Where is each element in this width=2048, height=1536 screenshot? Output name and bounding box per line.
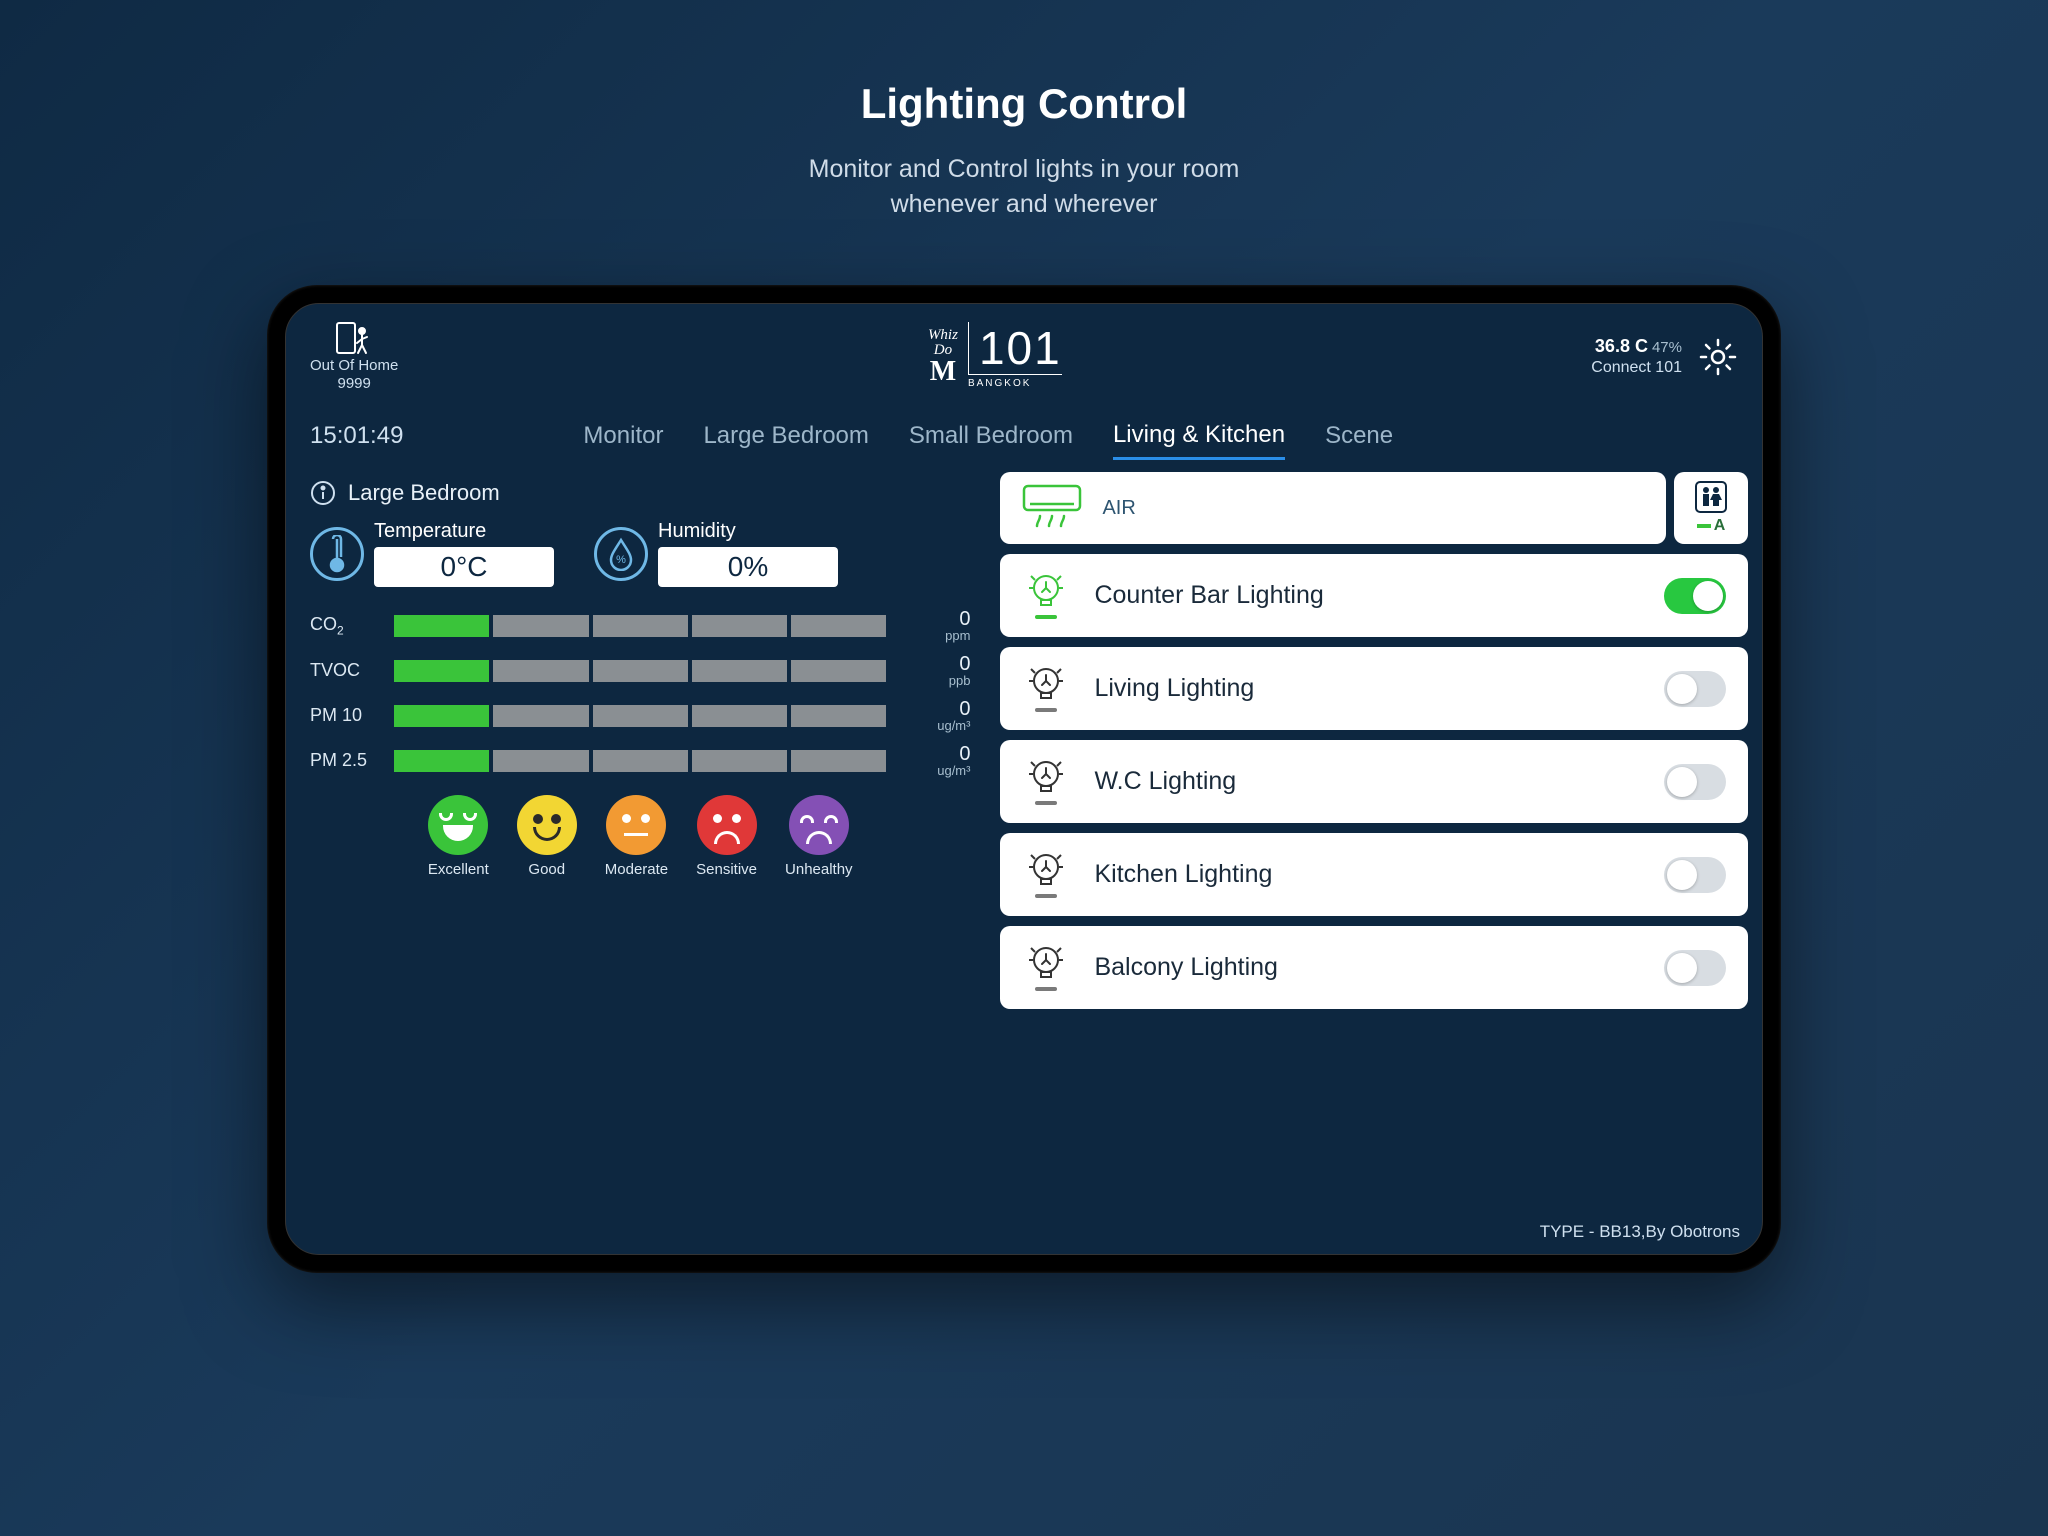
humidity-sensor: % Humidity 0% xyxy=(594,520,838,587)
nav-tabs: 15:01:49 Monitor Large Bedroom Small Bed… xyxy=(286,410,1762,462)
ac-icon xyxy=(1020,482,1084,534)
light-toggle[interactable] xyxy=(1664,671,1726,707)
occupancy-card[interactable]: A xyxy=(1674,472,1748,544)
tab-scene[interactable]: Scene xyxy=(1325,414,1393,458)
app-screen: Out Of Home 9999 Whiz Do M 101 BANGKOK 3… xyxy=(285,303,1763,1255)
light-card: Kitchen Lighting xyxy=(1000,833,1748,916)
status-text: 36.8 C47% Connect 101 xyxy=(1591,335,1682,379)
info-icon[interactable] xyxy=(310,480,336,506)
light-toggle[interactable] xyxy=(1664,950,1726,986)
quality-row-pm2.5: PM 2.50ug/m³ xyxy=(310,744,970,777)
legend-moderate: Moderate xyxy=(605,795,668,878)
quality-row-pm10: PM 100ug/m³ xyxy=(310,699,970,732)
page-title: Lighting Control xyxy=(0,80,2048,128)
light-card: Balcony Lighting xyxy=(1000,926,1748,1009)
quality-row-tvoc: TVOC0ppb xyxy=(310,654,970,687)
tablet-frame: Out Of Home 9999 Whiz Do M 101 BANGKOK 3… xyxy=(267,285,1781,1273)
thermometer-icon xyxy=(310,527,364,581)
light-toggle[interactable] xyxy=(1664,764,1726,800)
clock: 15:01:49 xyxy=(310,422,403,450)
temperature-sensor: Temperature 0°C xyxy=(310,520,554,587)
bulb-icon xyxy=(1022,572,1070,619)
light-name: Counter Bar Lighting xyxy=(1094,581,1640,610)
legend-sensitive: Sensitive xyxy=(696,795,757,878)
tab-living-kitchen[interactable]: Living & Kitchen xyxy=(1113,413,1285,460)
svg-text:%: % xyxy=(616,554,626,566)
bulb-icon xyxy=(1022,851,1070,898)
light-name: W.C Lighting xyxy=(1094,767,1640,796)
light-card: Living Lighting xyxy=(1000,647,1748,730)
brand-logo: Whiz Do M 101 BANGKOK xyxy=(398,325,1591,389)
page-subtitle: Monitor and Control lights in your room … xyxy=(0,152,2048,222)
humidity-icon: % xyxy=(594,527,648,581)
occupancy-icon xyxy=(1695,481,1727,513)
light-toggle[interactable] xyxy=(1664,857,1726,893)
legend-excellent: Excellent xyxy=(428,795,489,878)
bulb-icon xyxy=(1022,944,1070,991)
humidity-value: 0% xyxy=(658,547,838,587)
air-card[interactable]: AIR xyxy=(1000,472,1666,544)
light-card: W.C Lighting xyxy=(1000,740,1748,823)
quality-row-co: CO20ppm xyxy=(310,609,970,642)
gear-icon[interactable] xyxy=(1698,337,1738,377)
tab-large-bedroom[interactable]: Large Bedroom xyxy=(703,414,868,458)
light-toggle[interactable] xyxy=(1664,578,1726,614)
light-card: Counter Bar Lighting xyxy=(1000,554,1748,637)
bulb-icon xyxy=(1022,758,1070,805)
out-of-home-button[interactable]: Out Of Home 9999 xyxy=(310,321,398,393)
legend-good: Good xyxy=(517,795,577,878)
legend-unhealthy: Unhealthy xyxy=(785,795,853,878)
light-name: Balcony Lighting xyxy=(1094,953,1640,982)
temperature-value: 0°C xyxy=(374,547,554,587)
tab-monitor[interactable]: Monitor xyxy=(583,414,663,458)
exit-icon xyxy=(335,321,373,355)
bulb-icon xyxy=(1022,665,1070,712)
room-name: Large Bedroom xyxy=(348,480,500,506)
light-name: Kitchen Lighting xyxy=(1094,860,1640,889)
light-name: Living Lighting xyxy=(1094,674,1640,703)
footer-text: TYPE - BB13,By Obotrons xyxy=(1540,1222,1740,1242)
tab-small-bedroom[interactable]: Small Bedroom xyxy=(909,414,1073,458)
